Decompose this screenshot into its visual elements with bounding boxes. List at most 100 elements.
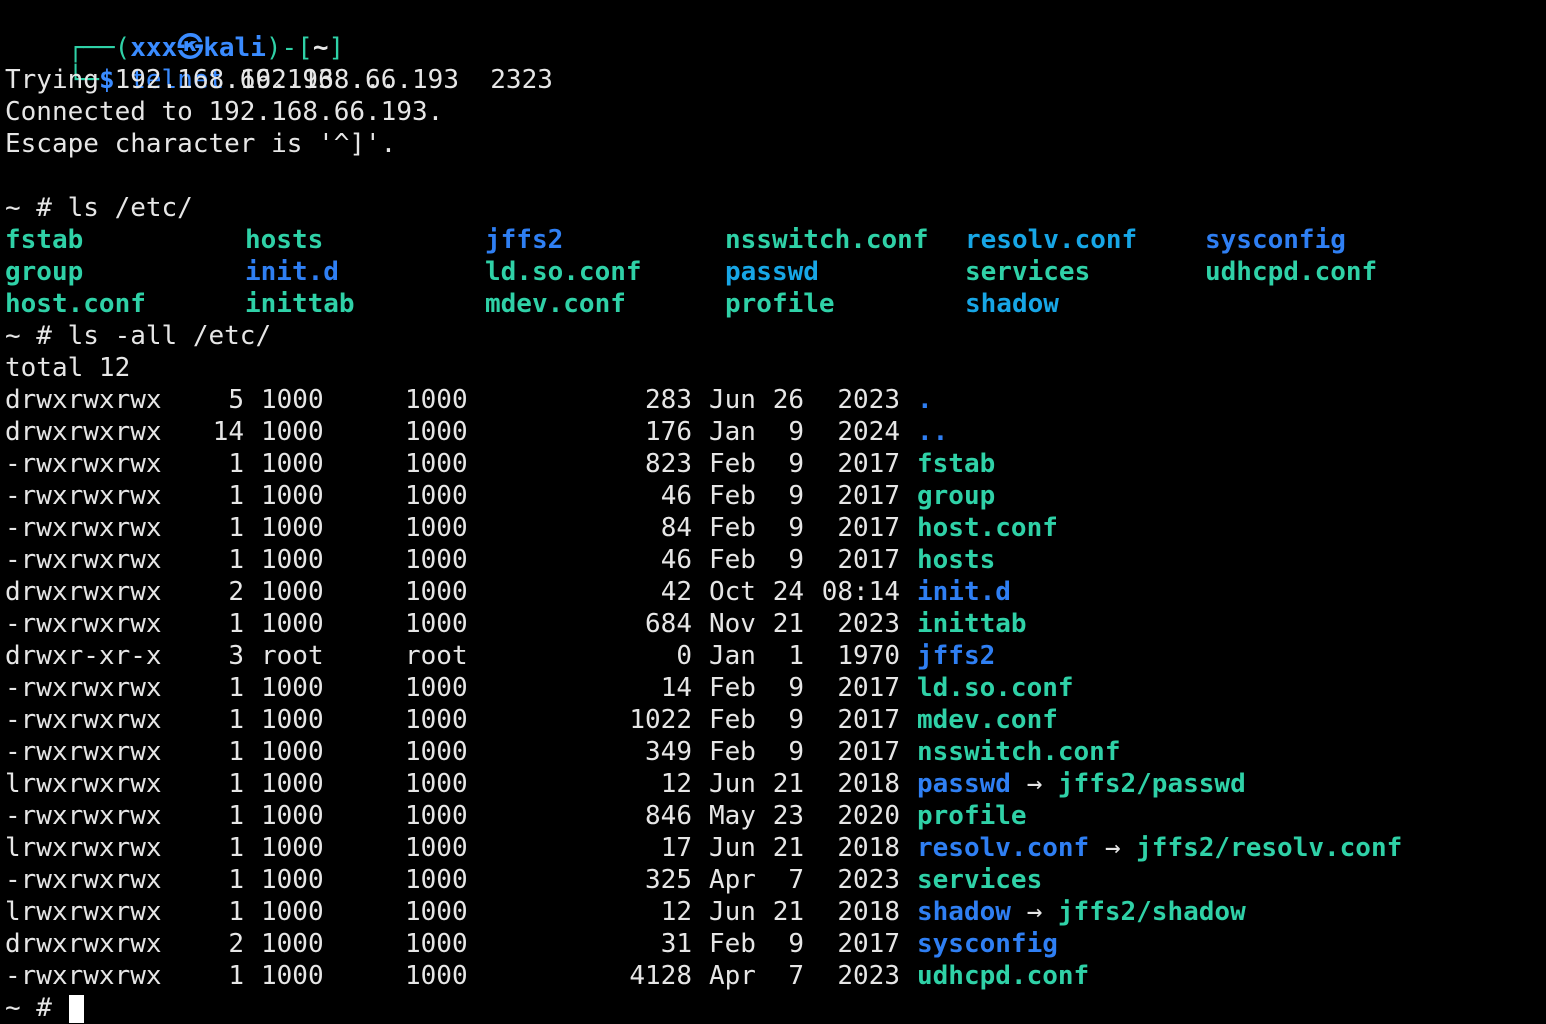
- row-filename: jffs2: [917, 641, 996, 671]
- row-permissions: -rwxrwxrwx: [5, 609, 162, 639]
- listing-row: -rwxrwxrwx 1 1000 1000 46 Feb 9 2017 group: [0, 480, 1546, 512]
- row-name-cell: sysconfig: [917, 928, 1058, 960]
- row-group: 1000: [405, 769, 468, 799]
- row-permissions: -rwxrwxrwx: [5, 705, 162, 735]
- listing-row: drwxr-xr-x 3 root root 0 Jan 1 1970 jffs2: [0, 640, 1546, 672]
- row-name-cell: resolv.conf → jffs2/resolv.conf: [917, 832, 1402, 864]
- row-day: 9: [788, 449, 804, 479]
- ls-entry-inittab: inittab: [245, 289, 355, 319]
- ls-all-command: ~ # ls -all /etc/: [5, 321, 272, 351]
- row-time: 1970: [837, 641, 900, 671]
- row-links: 1: [228, 801, 244, 831]
- listing-row: drwxrwxrwx 14 1000 1000 176 Jan 9 2024..: [0, 416, 1546, 448]
- row-links: 5: [228, 385, 244, 415]
- row-links: 1: [228, 897, 244, 927]
- ls-entry-jffs2: jffs2: [485, 225, 564, 255]
- row-day: 7: [788, 961, 804, 991]
- row-size: 14: [660, 673, 692, 703]
- row-filename: group: [917, 481, 996, 511]
- row-name-cell: group: [917, 480, 995, 512]
- row-permissions: -rwxrwxrwx: [5, 513, 162, 543]
- row-time: 2017: [837, 705, 900, 735]
- row-size: 176: [645, 417, 692, 447]
- row-group: 1000: [405, 801, 468, 831]
- row-size: 12: [660, 897, 692, 927]
- row-links: 1: [228, 961, 244, 991]
- listing-row: drwxrwxrwx 2 1000 1000 31 Feb 9 2017 sysconfig: [0, 928, 1546, 960]
- row-links: 2: [228, 577, 244, 607]
- symlink-arrow-icon: →: [1010, 769, 1058, 799]
- row-owner: 1000: [261, 961, 324, 991]
- row-filename: ..: [917, 417, 949, 447]
- row-size: 46: [660, 481, 692, 511]
- row-permissions: -rwxrwxrwx: [5, 865, 162, 895]
- row-size: 283: [645, 385, 692, 415]
- row-links: 1: [228, 705, 244, 735]
- row-group: 1000: [405, 417, 468, 447]
- row-filename: ld.so.conf: [917, 673, 1074, 703]
- row-permissions: -rwxrwxrwx: [5, 481, 162, 511]
- row-group: 1000: [405, 833, 468, 863]
- listing-row: lrwxrwxrwx 1 1000 1000 12 Jun 21 2018 passwd → j…: [0, 768, 1546, 800]
- ls-entry-passwd: passwd: [725, 257, 819, 287]
- listing-row: -rwxrwxrwx 1 1000 1000 14 Feb 9 2017 ld.so.conf: [0, 672, 1546, 704]
- symlink-target: jffs2/passwd: [1057, 769, 1246, 799]
- row-month: Jan: [709, 641, 756, 671]
- listing-row: -rwxrwxrwx 1 1000 1000 1022 Feb 9 2017 mdev.conf: [0, 704, 1546, 736]
- listing-row: -rwxrwxrwx 1 1000 1000 46 Feb 9 2017 hosts: [0, 544, 1546, 576]
- row-day: 21: [772, 609, 804, 639]
- row-owner: 1000: [261, 417, 324, 447]
- symlink-target: jffs2/shadow: [1057, 897, 1246, 927]
- row-month: Nov: [709, 609, 756, 639]
- row-filename: init.d: [917, 577, 1011, 607]
- listing-row: -rwxrwxrwx 1 1000 1000 325 Apr 7 2023 services: [0, 864, 1546, 896]
- row-filename: hosts: [917, 545, 996, 575]
- row-name-cell: fstab: [917, 448, 995, 480]
- row-name-cell: hosts: [917, 544, 995, 576]
- row-group: 1000: [405, 513, 468, 543]
- symlink-target: jffs2/resolv.conf: [1136, 833, 1403, 863]
- ls-entry-host-conf: host.conf: [5, 289, 146, 319]
- row-owner: 1000: [261, 833, 324, 863]
- listing-row: lrwxrwxrwx 1 1000 1000 17 Jun 21 2018 resolv.con…: [0, 832, 1546, 864]
- row-month: Feb: [709, 929, 756, 959]
- row-links: 14: [212, 417, 244, 447]
- row-group: 1000: [405, 737, 468, 767]
- symlink-arrow-icon: →: [1010, 897, 1058, 927]
- terminal-window[interactable]: ┌──(xxx㉿kali)-[~] └─$ telnet 192.168.66.…: [0, 0, 1546, 1023]
- row-name-cell: init.d: [917, 576, 1011, 608]
- row-time: 2018: [837, 833, 900, 863]
- row-day: 9: [788, 513, 804, 543]
- row-month: Jun: [709, 385, 756, 415]
- ls-entry-resolv-conf: resolv.conf: [965, 225, 1138, 255]
- row-time: 2017: [837, 545, 900, 575]
- row-day: 9: [788, 737, 804, 767]
- row-month: Feb: [709, 545, 756, 575]
- listing-row: drwxrwxrwx 5 1000 1000 283 Jun 26 2023.: [0, 384, 1546, 416]
- ls-entry-shadow: shadow: [965, 289, 1059, 319]
- row-filename: resolv.conf: [917, 833, 1090, 863]
- row-month: Apr: [709, 865, 756, 895]
- row-links: 1: [228, 673, 244, 703]
- text-cursor[interactable]: [69, 995, 84, 1023]
- row-owner: 1000: [261, 449, 324, 479]
- ls-entry-ld-so-conf: ld.so.conf: [485, 257, 642, 287]
- row-month: Jun: [709, 897, 756, 927]
- telnet-connected: Connected to 192.168.66.193.: [5, 97, 444, 127]
- row-day: 21: [772, 897, 804, 927]
- row-month: Feb: [709, 673, 756, 703]
- row-day: 9: [788, 417, 804, 447]
- row-size: 846: [645, 801, 692, 831]
- row-month: Feb: [709, 513, 756, 543]
- row-permissions: -rwxrwxrwx: [5, 801, 162, 831]
- row-links: 1: [228, 481, 244, 511]
- row-day: 26: [772, 385, 804, 415]
- row-links: 1: [228, 737, 244, 767]
- row-owner: 1000: [261, 385, 324, 415]
- row-name-cell: .: [917, 384, 933, 416]
- ls-entry-hosts: hosts: [245, 225, 324, 255]
- row-month: Feb: [709, 481, 756, 511]
- row-filename: profile: [917, 801, 1027, 831]
- row-owner: 1000: [261, 545, 324, 575]
- row-permissions: drwxrwxrwx: [5, 417, 162, 447]
